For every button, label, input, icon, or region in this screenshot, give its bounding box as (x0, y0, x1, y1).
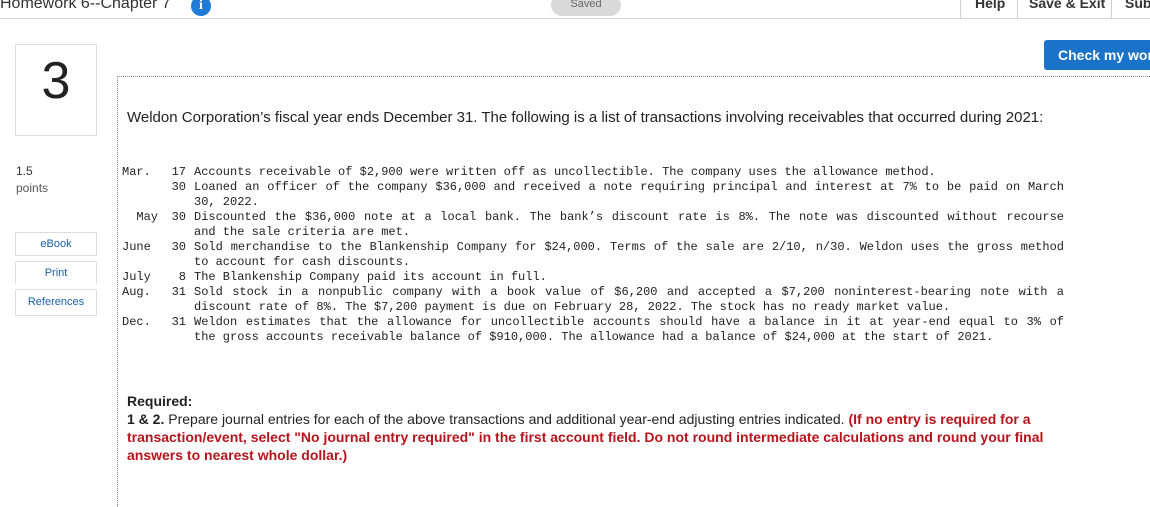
question-number-box: 3 (15, 44, 97, 136)
ebook-button[interactable]: eBook (15, 232, 97, 256)
required-heading: Required: (127, 393, 193, 409)
print-button[interactable]: Print (15, 261, 97, 284)
points-value: 1.5 (16, 164, 33, 178)
table-row: 30 Loaned an officer of the company $36,… (122, 180, 1064, 210)
required-part-number: 1 & 2. (127, 411, 165, 427)
table-row: Mar. 17 Accounts receivable of $2,900 we… (122, 165, 1064, 180)
table-row: Dec. 31 Weldon estimates that the allowa… (122, 315, 1064, 345)
table-row: June 30 Sold merchandise to the Blankens… (122, 240, 1064, 270)
divider (960, 0, 961, 18)
txn-day: 30 (171, 240, 186, 254)
check-my-work-button[interactable]: Check my wor (1044, 40, 1150, 70)
required-text: Prepare journal entries for each of the … (168, 411, 845, 427)
table-row: Aug. 31 Sold stock in a nonpublic compan… (122, 285, 1064, 315)
txn-day: 30 (171, 210, 186, 224)
txn-day: 30 (171, 180, 186, 194)
txn-month: May (136, 210, 158, 224)
assignment-title: Homework 6--Chapter 7 (0, 0, 171, 12)
txn-month: Aug. (122, 285, 151, 299)
txn-month: July (122, 270, 151, 284)
table-row: July 8 The Blankenship Company paid its … (122, 270, 1064, 285)
txn-description: Loaned an officer of the company $36,000… (194, 180, 1064, 209)
saved-status-badge: Saved (551, 0, 621, 16)
transactions-table: Mar. 17 Accounts receivable of $2,900 we… (122, 165, 1064, 345)
txn-description: The Blankenship Company paid its account… (194, 270, 547, 284)
txn-month: Dec. (122, 315, 151, 329)
table-row: May 30 Discounted the $36,000 note at a … (122, 210, 1064, 240)
top-bar: Homework 6--Chapter 7 i Saved Help Save … (0, 0, 1150, 19)
txn-day: 8 (178, 270, 186, 284)
question-content: Weldon Corporation’s fiscal year ends De… (117, 76, 1150, 507)
info-icon[interactable]: i (191, 0, 211, 16)
points-label: points (16, 181, 49, 195)
question-number: 3 (41, 52, 71, 110)
save-exit-button[interactable]: Save & Exit (1029, 0, 1105, 11)
txn-day: 31 (171, 285, 186, 299)
txn-description: Sold merchandise to the Blankenship Comp… (194, 240, 1064, 269)
submit-button[interactable]: Sub (1125, 0, 1150, 11)
txn-description: Accounts receivable of $2,900 were writt… (194, 165, 936, 179)
txn-month: Mar. (122, 165, 151, 179)
txn-description: Sold stock in a nonpublic company with a… (194, 285, 1064, 314)
txn-month (122, 180, 162, 210)
txn-description: Weldon estimates that the allowance for … (194, 315, 1064, 344)
divider (1111, 0, 1112, 18)
txn-day: 17 (171, 165, 186, 179)
txn-month: June (122, 240, 151, 254)
references-button[interactable]: References (15, 289, 97, 316)
txn-description: Discounted the $36,000 note at a local b… (194, 210, 1064, 239)
help-button[interactable]: Help (975, 0, 1005, 11)
required-instructions: 1 & 2. Prepare journal entries for each … (127, 410, 1052, 464)
txn-day: 31 (171, 315, 186, 329)
divider (1017, 0, 1018, 18)
question-intro: Weldon Corporation’s fiscal year ends De… (127, 109, 1044, 126)
